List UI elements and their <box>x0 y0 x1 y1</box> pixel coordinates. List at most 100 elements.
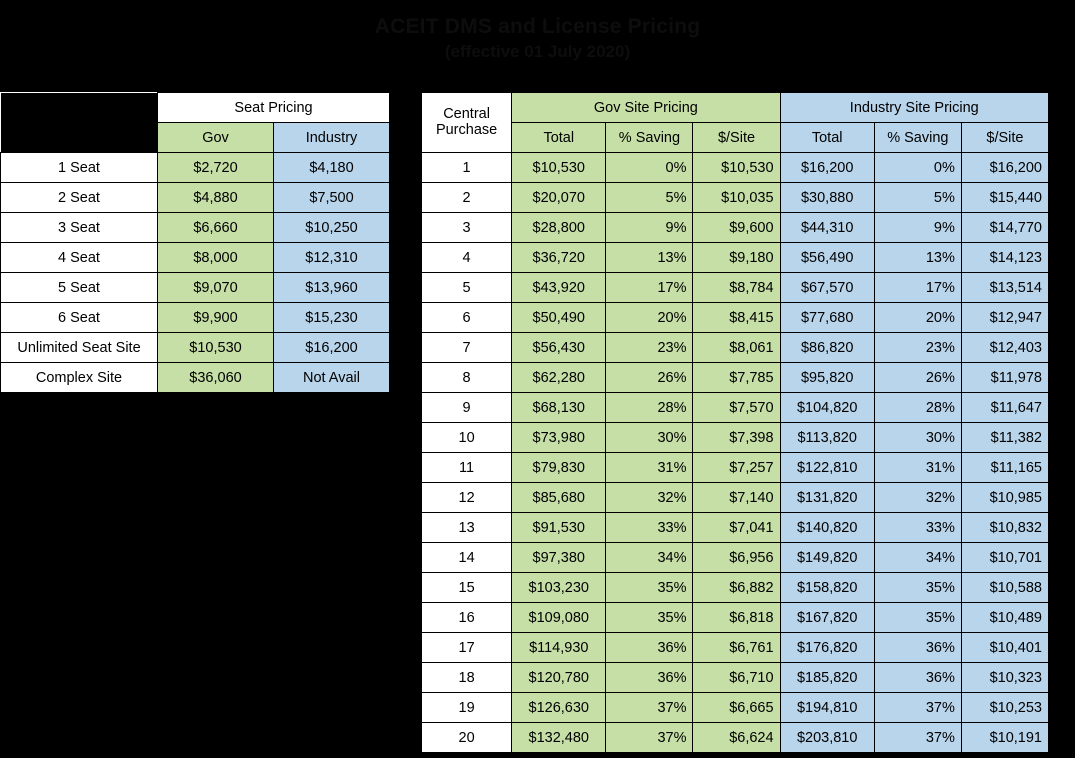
table-subheader-row: Gov Industry <box>1 123 390 153</box>
industry-saving: 17% <box>874 273 961 303</box>
seat-gov-price: $8,000 <box>158 243 274 273</box>
gov-total: $91,530 <box>512 513 606 543</box>
gov-total: $114,930 <box>512 633 606 663</box>
seat-industry-price: Not Avail <box>274 363 390 393</box>
industry-saving: 37% <box>874 723 961 753</box>
gov-total: $62,280 <box>512 363 606 393</box>
industry-per-site: $10,985 <box>961 483 1048 513</box>
table-row: 2$20,0705%$10,035$30,8805%$15,440 <box>422 183 1049 213</box>
table-row: 4 Seat$8,000$12,310 <box>1 243 390 273</box>
industry-per-site: $11,978 <box>961 363 1048 393</box>
table-row: 17$114,93036%$6,761$176,82036%$10,401 <box>422 633 1049 663</box>
seat-pricing-table: Seat Pricing Gov Industry 1 Seat$2,720$4… <box>0 92 390 393</box>
table-row: 11$79,83031%$7,257$122,81031%$11,165 <box>422 453 1049 483</box>
industry-saving: 30% <box>874 423 961 453</box>
seat-gov-price: $2,720 <box>158 153 274 183</box>
gov-per-site: $6,882 <box>693 573 780 603</box>
industry-per-site: $10,832 <box>961 513 1048 543</box>
central-purchase-count: 5 <box>422 273 512 303</box>
industry-per-site: $14,770 <box>961 213 1048 243</box>
gov-per-site: $8,784 <box>693 273 780 303</box>
table-row: 19$126,63037%$6,665$194,81037%$10,253 <box>422 693 1049 723</box>
industry-total: $30,880 <box>780 183 874 213</box>
gov-saving: 36% <box>606 663 693 693</box>
gov-saving: 35% <box>606 573 693 603</box>
industry-per-site: $11,647 <box>961 393 1048 423</box>
seat-gov-price: $9,900 <box>158 303 274 333</box>
industry-per-site: $10,191 <box>961 723 1048 753</box>
seat-row-label: Unlimited Seat Site <box>1 333 158 363</box>
seat-gov-price: $4,880 <box>158 183 274 213</box>
gov-saving: 9% <box>606 213 693 243</box>
table-row: 12$85,68032%$7,140$131,82032%$10,985 <box>422 483 1049 513</box>
gov-saving: 31% <box>606 453 693 483</box>
industry-saving: 34% <box>874 543 961 573</box>
gov-total: $109,080 <box>512 603 606 633</box>
gov-saving: 17% <box>606 273 693 303</box>
group-header-industry-site-pricing: Industry Site Pricing <box>780 93 1048 123</box>
seat-pricing-header: Seat Pricing Gov Industry <box>1 93 390 153</box>
gov-total: $126,630 <box>512 693 606 723</box>
table-row: 5 Seat$9,070$13,960 <box>1 273 390 303</box>
industry-per-site: $11,165 <box>961 453 1048 483</box>
industry-total: $86,820 <box>780 333 874 363</box>
industry-saving: 31% <box>874 453 961 483</box>
table-row: 14$97,38034%$6,956$149,82034%$10,701 <box>422 543 1049 573</box>
industry-total: $149,820 <box>780 543 874 573</box>
gov-saving: 23% <box>606 333 693 363</box>
gov-saving: 20% <box>606 303 693 333</box>
gov-per-site: $6,818 <box>693 603 780 633</box>
table-row: 1$10,5300%$10,530$16,2000%$16,200 <box>422 153 1049 183</box>
industry-total: $122,810 <box>780 453 874 483</box>
industry-saving: 35% <box>874 573 961 603</box>
corner-spacer-2 <box>1 123 158 153</box>
gov-total: $36,720 <box>512 243 606 273</box>
industry-total: $194,810 <box>780 693 874 723</box>
column-header-gov-total: Total <box>512 123 606 153</box>
page-title: ACEIT DMS and License Pricing <box>0 16 1075 39</box>
gov-per-site: $7,140 <box>693 483 780 513</box>
industry-saving: 28% <box>874 393 961 423</box>
gov-total: $85,680 <box>512 483 606 513</box>
table-row: 9$68,13028%$7,570$104,82028%$11,647 <box>422 393 1049 423</box>
industry-saving: 35% <box>874 603 961 633</box>
industry-saving: 36% <box>874 633 961 663</box>
seat-industry-price: $13,960 <box>274 273 390 303</box>
industry-per-site: $14,123 <box>961 243 1048 273</box>
seat-pricing-body: 1 Seat$2,720$4,1802 Seat$4,880$7,5003 Se… <box>1 153 390 393</box>
seat-industry-price: $10,250 <box>274 213 390 243</box>
industry-saving: 5% <box>874 183 961 213</box>
industry-per-site: $13,514 <box>961 273 1048 303</box>
industry-saving: 20% <box>874 303 961 333</box>
central-purchase-count: 15 <box>422 573 512 603</box>
industry-total: $56,490 <box>780 243 874 273</box>
industry-total: $16,200 <box>780 153 874 183</box>
industry-total: $104,820 <box>780 393 874 423</box>
seat-gov-price: $9,070 <box>158 273 274 303</box>
gov-total: $79,830 <box>512 453 606 483</box>
industry-per-site: $10,323 <box>961 663 1048 693</box>
industry-saving: 33% <box>874 513 961 543</box>
gov-total: $43,920 <box>512 273 606 303</box>
gov-per-site: $7,257 <box>693 453 780 483</box>
gov-saving: 26% <box>606 363 693 393</box>
gov-saving: 33% <box>606 513 693 543</box>
central-purchase-count: 6 <box>422 303 512 333</box>
central-purchase-body: 1$10,5300%$10,530$16,2000%$16,2002$20,07… <box>422 153 1049 753</box>
industry-saving: 23% <box>874 333 961 363</box>
central-purchase-count: 18 <box>422 663 512 693</box>
seat-gov-price: $6,660 <box>158 213 274 243</box>
gov-per-site: $6,624 <box>693 723 780 753</box>
gov-per-site: $7,041 <box>693 513 780 543</box>
seat-industry-price: $12,310 <box>274 243 390 273</box>
gov-total: $120,780 <box>512 663 606 693</box>
seat-industry-price: $4,180 <box>274 153 390 183</box>
industry-saving: 0% <box>874 153 961 183</box>
seat-gov-price: $36,060 <box>158 363 274 393</box>
seat-row-label: Complex Site <box>1 363 158 393</box>
table-row: 20$132,48037%$6,624$203,81037%$10,191 <box>422 723 1049 753</box>
gov-saving: 37% <box>606 693 693 723</box>
gov-total: $10,530 <box>512 153 606 183</box>
gov-total: $28,800 <box>512 213 606 243</box>
gov-total: $97,380 <box>512 543 606 573</box>
